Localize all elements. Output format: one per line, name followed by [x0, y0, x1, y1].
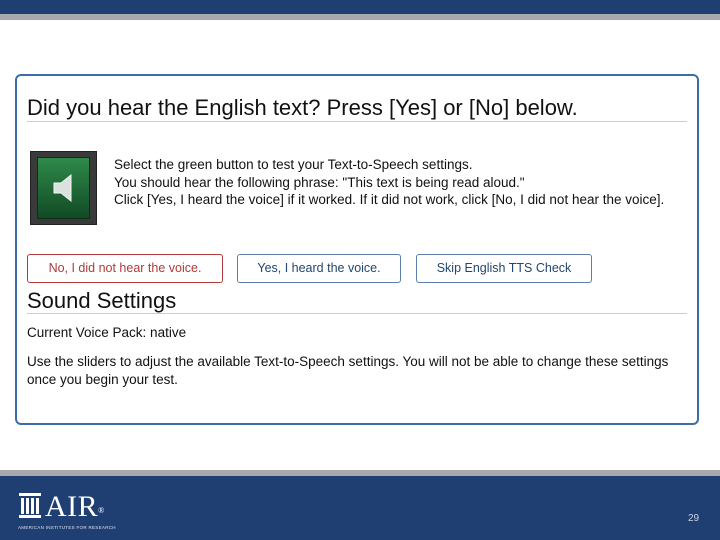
- top-bar: [0, 0, 720, 14]
- play-tts-button-face[interactable]: [37, 157, 90, 219]
- page-number: 29: [688, 513, 700, 524]
- instruction-line: Click [Yes, I heard the voice] if it wor…: [114, 192, 665, 207]
- logo-wordmark: AIR®: [45, 490, 105, 524]
- tts-check-title: Did you hear the English text? Press [Ye…: [27, 95, 578, 120]
- tts-instructions: Select the green button to test your Tex…: [114, 156, 684, 209]
- title-divider: [27, 121, 687, 122]
- logo-registered: ®: [98, 506, 105, 515]
- air-logo: AIR® AMERICAN INSTITUTES FOR RESEARCH: [18, 490, 128, 534]
- instruction-line: You should hear the following phrase: "T…: [114, 174, 525, 190]
- sound-settings-title: Sound Settings: [27, 288, 177, 313]
- logo-tagline: AMERICAN INSTITUTES FOR RESEARCH: [18, 525, 116, 530]
- slider-instructions: Use the sliders to adjust the available …: [27, 354, 669, 387]
- sound-settings-divider: [27, 313, 687, 314]
- no-did-not-hear-button[interactable]: No, I did not hear the voice.: [27, 254, 223, 283]
- current-voice-pack: Current Voice Pack: native: [27, 325, 187, 340]
- speaker-icon: [53, 173, 71, 203]
- play-tts-button[interactable]: [30, 151, 97, 225]
- logo-name: AIR: [45, 490, 99, 523]
- instruction-line: Select the green button to test your Tex…: [114, 157, 473, 172]
- building-icon: [19, 493, 41, 518]
- skip-tts-check-button[interactable]: Skip English TTS Check: [416, 254, 592, 283]
- top-stripe: [0, 14, 720, 20]
- yes-heard-voice-button[interactable]: Yes, I heard the voice.: [237, 254, 401, 283]
- tts-check-panel: Did you hear the English text? Press [Ye…: [15, 74, 699, 425]
